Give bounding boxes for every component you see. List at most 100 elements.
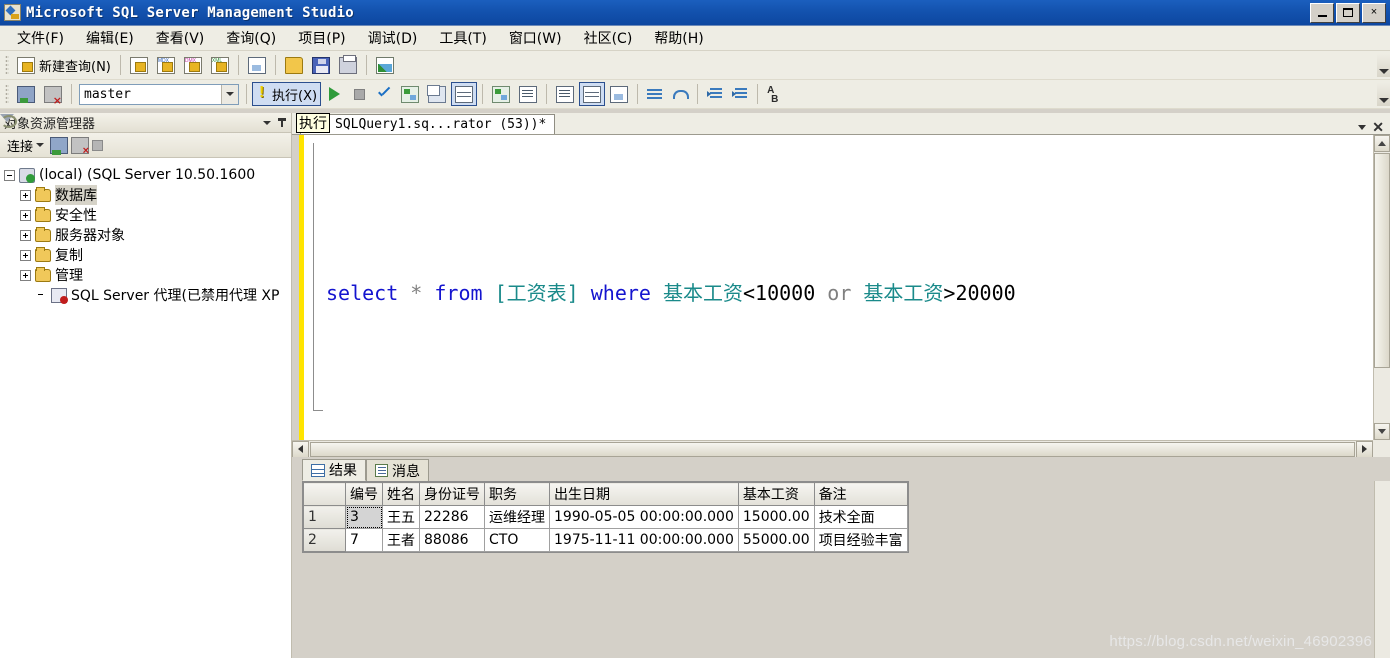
- cell-zhiwu[interactable]: 运维经理: [484, 505, 550, 529]
- menu-help[interactable]: 帮助(H): [643, 25, 714, 51]
- new-compact-query-button[interactable]: [244, 53, 270, 77]
- menu-window[interactable]: 窗口(W): [498, 25, 573, 51]
- cell-zhiwu[interactable]: CTO: [484, 528, 550, 552]
- expander-icon[interactable]: [20, 189, 31, 201]
- expander-icon[interactable]: [20, 229, 31, 241]
- cell-bianhao[interactable]: 3: [345, 505, 383, 529]
- disconnect-object-explorer-icon[interactable]: [71, 136, 90, 157]
- expander-icon[interactable]: [20, 269, 31, 281]
- new-xmla-query-button[interactable]: [207, 53, 233, 77]
- menu-file[interactable]: 文件(F): [6, 25, 75, 51]
- cell-bianhao[interactable]: 7: [345, 528, 383, 552]
- editor-vertical-scrollbar[interactable]: [1373, 135, 1390, 440]
- new-dmx-query-button[interactable]: [180, 53, 206, 77]
- row-header[interactable]: 1: [303, 505, 346, 529]
- expander-icon[interactable]: [20, 249, 31, 261]
- query-options-button[interactable]: [424, 82, 450, 106]
- sql-editor[interactable]: select * from [工资表] where 基本工资<10000 or …: [292, 135, 1390, 458]
- auto-hide-button[interactable]: [274, 115, 289, 130]
- comment-lines-button[interactable]: [643, 82, 667, 106]
- scroll-down-button[interactable]: [1374, 423, 1390, 440]
- expander-icon[interactable]: [4, 169, 15, 181]
- oe-node-server-objects[interactable]: 服务器对象: [4, 225, 291, 245]
- database-selector[interactable]: master: [79, 83, 239, 105]
- table-row[interactable]: 1 3 王五 22286 运维经理 1990-05-05 00:00:00.00…: [303, 505, 908, 529]
- cell-beizhu[interactable]: 技术全面: [813, 505, 908, 529]
- cell-beizhu[interactable]: 项目经验丰富: [813, 528, 908, 552]
- menu-view[interactable]: 查看(V): [145, 25, 216, 51]
- uncomment-lines-button[interactable]: [668, 82, 692, 106]
- editor-code[interactable]: select * from [工资表] where 基本工资<10000 or …: [326, 135, 1373, 440]
- tab-messages[interactable]: 消息: [366, 459, 429, 481]
- chevron-down-icon[interactable]: [1358, 124, 1367, 130]
- cell-xingming[interactable]: 王者: [382, 528, 420, 552]
- document-tab-sqlquery1[interactable]: SQLQuery1.sq...rator (53))*: [300, 114, 556, 134]
- connect-object-explorer-icon[interactable]: [50, 136, 69, 155]
- cell-shenfenzhenghao[interactable]: 88086: [419, 528, 485, 552]
- scroll-up-button[interactable]: [1374, 135, 1390, 152]
- save-button[interactable]: [308, 53, 334, 77]
- cell-jibengongzi[interactable]: 55000.00: [737, 528, 815, 552]
- scroll-left-button[interactable]: [292, 440, 309, 458]
- menu-edit[interactable]: 编辑(E): [75, 25, 145, 51]
- sort-button[interactable]: [763, 82, 788, 106]
- results-to-grid-button[interactable]: [552, 82, 578, 106]
- estimated-plan-button[interactable]: [397, 82, 423, 106]
- client-statistics-button[interactable]: [488, 82, 514, 106]
- row-header[interactable]: 2: [303, 528, 346, 552]
- scroll-right-button[interactable]: [1356, 440, 1373, 458]
- activity-monitor-button[interactable]: [372, 53, 398, 77]
- cell-xingming[interactable]: 王五: [382, 505, 420, 529]
- tab-results-grid[interactable]: 结果: [302, 459, 366, 481]
- close-icon[interactable]: ✕: [1372, 120, 1384, 134]
- results-grid[interactable]: 编号 姓名 身份证号 职务 出生日期 基本工资 备注 1 3 王五 22286 …: [302, 481, 909, 553]
- debug-button[interactable]: [322, 82, 346, 106]
- execute-button[interactable]: 执行(X): [252, 82, 322, 106]
- stop-icon[interactable]: [92, 139, 104, 151]
- menu-community[interactable]: 社区(C): [573, 25, 644, 51]
- column-header-shenfenzhenghao[interactable]: 身份证号: [419, 482, 485, 506]
- menu-tools[interactable]: 工具(T): [428, 25, 497, 51]
- open-file-button[interactable]: [281, 53, 307, 77]
- toolbar-grip[interactable]: [5, 84, 9, 104]
- cell-chushengriqi[interactable]: 1975-11-11 00:00:00.000: [549, 528, 739, 552]
- include-actual-plan-button[interactable]: [451, 82, 478, 106]
- results-to-grid-active-button[interactable]: [579, 82, 606, 106]
- cell-shenfenzhenghao[interactable]: 22286: [419, 505, 485, 529]
- panel-menu-button[interactable]: [259, 115, 274, 130]
- stop-button[interactable]: [347, 82, 371, 106]
- connect-button[interactable]: [13, 82, 39, 106]
- scroll-thumb[interactable]: [1374, 153, 1390, 368]
- minimize-button[interactable]: [1310, 2, 1334, 23]
- menu-project[interactable]: 项目(P): [287, 25, 356, 51]
- oe-node-management[interactable]: 管理: [4, 265, 291, 285]
- chevron-down-icon[interactable]: [221, 84, 238, 104]
- cell-chushengriqi[interactable]: 1990-05-05 00:00:00.000: [549, 505, 739, 529]
- column-header-zhiwu[interactable]: 职务: [484, 482, 550, 506]
- menu-debug[interactable]: 调试(D): [357, 25, 429, 51]
- toolbar-overflow-button[interactable]: [1377, 53, 1390, 77]
- cell-jibengongzi[interactable]: 15000.00: [737, 505, 815, 529]
- editor-horizontal-scrollbar[interactable]: [292, 440, 1373, 458]
- decrease-indent-button[interactable]: [703, 82, 727, 106]
- new-query-button[interactable]: 新建查询(N): [13, 53, 115, 77]
- table-row[interactable]: 2 7 王者 88086 CTO 1975-11-11 00:00:00.000…: [303, 528, 908, 552]
- maximize-button[interactable]: [1336, 2, 1360, 23]
- connect-dropdown-button[interactable]: 连接: [4, 135, 47, 156]
- select-all-corner[interactable]: [303, 482, 346, 506]
- results-vertical-scrollbar[interactable]: [1374, 481, 1390, 658]
- column-header-bianhao[interactable]: 编号: [345, 482, 383, 506]
- column-header-jibengongzi[interactable]: 基本工资: [737, 482, 815, 506]
- column-header-beizhu[interactable]: 备注: [813, 482, 908, 506]
- editor-selection-margin[interactable]: [292, 135, 299, 457]
- results-to-text-button[interactable]: [515, 82, 541, 106]
- filter-icon[interactable]: [106, 138, 121, 152]
- column-header-xingming[interactable]: 姓名: [382, 482, 420, 506]
- new-mdx-query-button[interactable]: [153, 53, 179, 77]
- print-button[interactable]: [335, 53, 361, 77]
- scroll-thumb-horizontal[interactable]: [310, 441, 1355, 457]
- oe-node-server[interactable]: (local) (SQL Server 10.50.1600: [4, 165, 291, 185]
- close-button[interactable]: ×: [1362, 2, 1386, 23]
- results-to-file-button[interactable]: [606, 82, 632, 106]
- toolbar-overflow-button-2[interactable]: [1377, 82, 1390, 106]
